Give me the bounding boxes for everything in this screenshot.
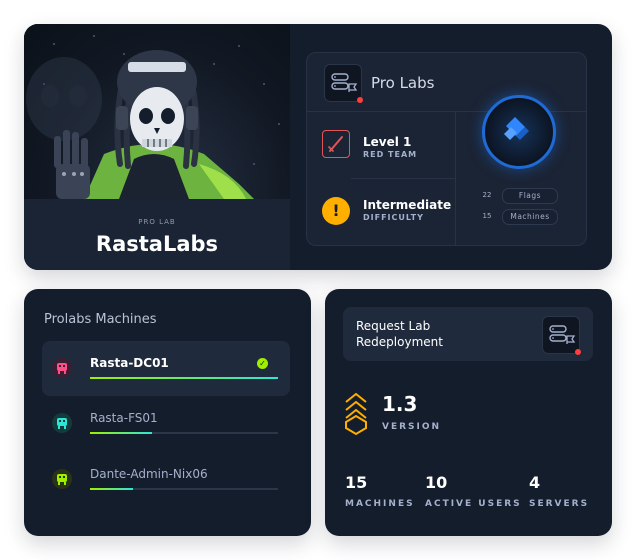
machine-row[interactable]: Dante-Admin-Nix06 — [42, 452, 290, 507]
section-title: Pro Labs — [371, 74, 435, 92]
request-redeployment-button[interactable]: Request Lab Redeployment — [343, 307, 593, 361]
machine-progress-fill — [90, 488, 134, 490]
active-users-stat-label: ACTIVE USERS — [425, 499, 522, 509]
machine-progress-track — [90, 377, 278, 379]
divider — [351, 178, 455, 179]
difficulty-sub-label: DIFFICULTY — [363, 213, 424, 222]
divider — [455, 111, 456, 245]
machine-progress-fill — [90, 377, 278, 379]
machine-name: Rasta-FS01 — [90, 411, 158, 425]
machine-name: Dante-Admin-Nix06 — [90, 467, 208, 481]
owned-check-icon: ✓ — [257, 358, 268, 369]
machines-title: Prolabs Machines — [44, 312, 157, 327]
server-flag-icon — [542, 316, 581, 355]
difficulty-label: Intermediate — [363, 198, 452, 212]
lab-hero: PRO LAB RastaLabs — [24, 24, 290, 270]
request-redeployment-label: Request Lab Redeployment — [356, 319, 443, 349]
red-team-icon — [322, 130, 350, 158]
lab-cover-art — [24, 24, 290, 199]
status-dot — [575, 349, 581, 355]
skull-mascot-illustration — [26, 35, 280, 199]
version-number: 1.3 — [382, 392, 418, 416]
flags-count: 22 — [482, 191, 492, 199]
version-label: VERSION — [382, 422, 442, 432]
servers-stat-value: 4 — [529, 473, 541, 492]
server-flag-icon — [324, 64, 363, 103]
version-rank-icon — [345, 392, 367, 436]
machine-avatar-icon — [52, 358, 72, 378]
lab-name: RastaLabs — [95, 232, 219, 256]
flags-pill: Flags — [502, 188, 558, 204]
machine-row[interactable]: Rasta-DC01 ✓ — [42, 341, 290, 396]
machine-avatar-icon — [52, 469, 72, 489]
lab-info-panel: Pro Labs Level 1 RED TEAM ! Intermediate… — [306, 52, 587, 246]
prolab-emblem-icon — [482, 95, 556, 169]
machine-name: Rasta-DC01 — [90, 356, 169, 370]
status-dot — [357, 97, 363, 103]
machine-progress-fill — [90, 432, 153, 434]
difficulty-alert-icon: ! — [322, 197, 350, 225]
machine-progress-track — [90, 432, 278, 434]
active-users-stat-value: 10 — [425, 473, 448, 492]
machines-stat-value: 15 — [345, 473, 368, 492]
level-label: Level 1 — [363, 135, 412, 149]
machine-row[interactable]: Rasta-FS01 — [42, 396, 290, 451]
prolab-header-card: PRO LAB RastaLabs Pro Labs Level 1 RED T… — [24, 24, 612, 270]
machines-count: 15 — [482, 212, 492, 220]
prolabs-machines-card: Prolabs Machines Rasta-DC01 ✓ Rasta-FS01 — [24, 289, 311, 536]
machines-pill: Machines — [502, 209, 558, 225]
machines-stat-label: MACHINES — [345, 499, 415, 509]
lab-kicker: PRO LAB — [138, 218, 176, 226]
machine-progress-track — [90, 488, 278, 490]
machine-avatar-icon — [52, 413, 72, 433]
level-sub-label: RED TEAM — [363, 150, 418, 159]
lab-caption: PRO LAB RastaLabs — [24, 199, 290, 270]
lab-redeploy-card: Request Lab Redeployment 1.3 VERSION 15 … — [325, 289, 612, 536]
servers-stat-label: SERVERS — [529, 499, 590, 509]
